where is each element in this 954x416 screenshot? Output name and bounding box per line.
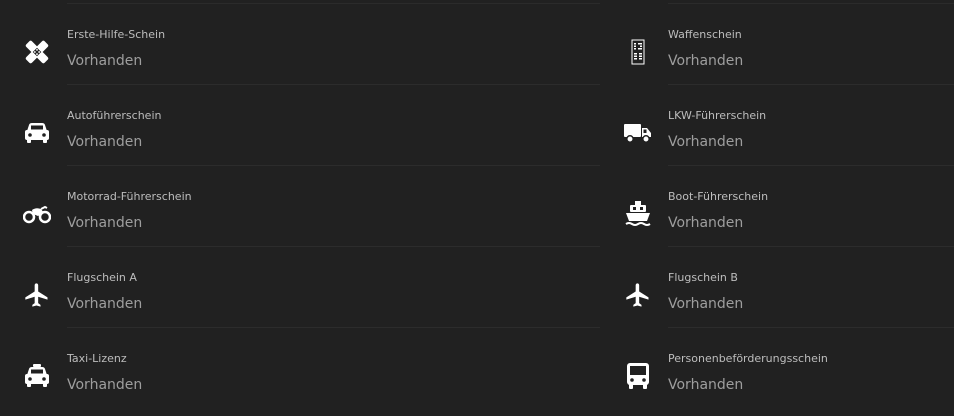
license-status: Vorhanden — [668, 53, 744, 69]
license-label: Erste-Hilfe-Schein — [67, 28, 166, 41]
license-item-flugschein-a[interactable]: Flugschein A Vorhanden — [0, 243, 600, 328]
license-status: Vorhanden — [67, 215, 143, 231]
license-item-waffenschein[interactable]: Waffenschein Vorhanden — [601, 0, 954, 85]
license-item-taxi[interactable]: Taxi-Lizenz Vorhanden — [0, 324, 600, 405]
license-item-boot[interactable]: Boot-Führerschein Vorhanden — [601, 162, 954, 247]
license-label: Waffenschein — [668, 28, 742, 41]
license-item-personenbefoerderung[interactable]: Personenbeförderungsschein Vorhanden — [601, 324, 954, 405]
license-label: Motorrad-Führerschein — [67, 190, 192, 203]
license-label: Boot-Führerschein — [668, 190, 769, 203]
airplane-icon — [22, 280, 52, 310]
license-label: Flugschein A — [67, 271, 137, 284]
license-item-flugschein-b[interactable]: Flugschein B Vorhanden — [601, 243, 954, 328]
motorcycle-icon — [22, 199, 52, 229]
license-label: Taxi-Lizenz — [67, 352, 127, 365]
truck-icon — [623, 118, 653, 148]
license-status: Vorhanden — [67, 53, 143, 69]
first-aid-icon — [22, 37, 52, 67]
license-status: Vorhanden — [668, 296, 744, 312]
license-item-erste-hilfe[interactable]: Erste-Hilfe-Schein Vorhanden — [0, 0, 600, 85]
license-status: Vorhanden — [668, 215, 744, 231]
license-label: LKW-Führerschein — [668, 109, 767, 122]
license-label: Autoführerschein — [67, 109, 162, 122]
license-status: Vorhanden — [67, 296, 143, 312]
license-item-lkw[interactable]: LKW-Führerschein Vorhanden — [601, 81, 954, 166]
bus-icon — [623, 361, 653, 391]
license-status: Vorhanden — [67, 134, 143, 150]
airplane-icon — [623, 280, 653, 310]
license-item-auto[interactable]: Autoführerschein Vorhanden — [0, 81, 600, 166]
taxi-icon — [22, 361, 52, 391]
weapon-license-icon — [623, 37, 653, 67]
license-label: Flugschein B — [668, 271, 738, 284]
car-icon — [22, 118, 52, 148]
license-item-motorrad[interactable]: Motorrad-Führerschein Vorhanden — [0, 162, 600, 247]
license-status: Vorhanden — [668, 377, 744, 393]
license-label: Personenbeförderungsschein — [668, 352, 828, 365]
license-status: Vorhanden — [67, 377, 143, 393]
license-status: Vorhanden — [668, 134, 744, 150]
boat-icon — [623, 199, 653, 229]
